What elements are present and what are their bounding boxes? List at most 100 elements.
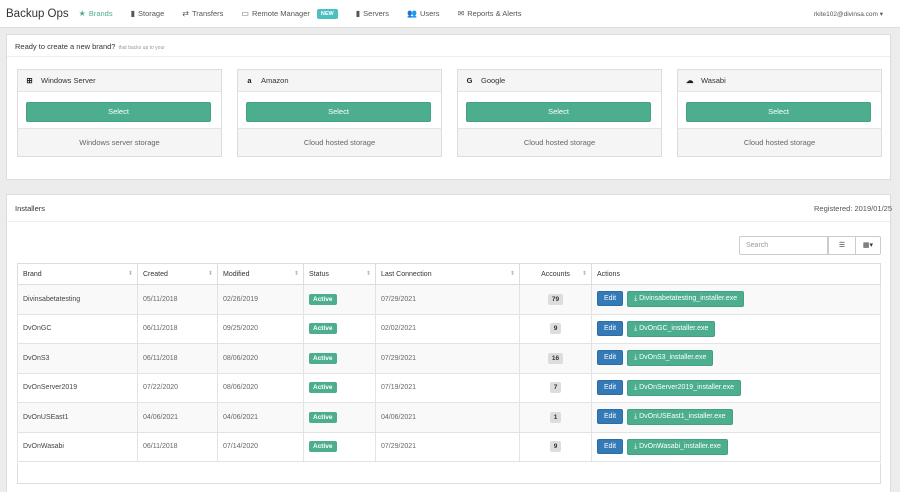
accounts-count: 9 bbox=[549, 441, 562, 453]
table-row: DvOnS3 06/11/2018 08/06/2020 Active 07/2… bbox=[17, 343, 881, 374]
nav-storage-label: Storage bbox=[138, 9, 165, 18]
nav-users[interactable]: 👥 Users bbox=[407, 9, 440, 18]
search-input[interactable]: Search bbox=[739, 236, 828, 255]
download-installer-button[interactable]: ⤓ Divinsabetatesting_installer.exe bbox=[627, 291, 745, 308]
list-view-button[interactable]: ☰ bbox=[828, 236, 856, 255]
col-accounts[interactable]: Accounts ⬍ bbox=[519, 263, 592, 285]
cell-brand: DvOnGC bbox=[17, 313, 138, 344]
cell-accounts: 1 bbox=[519, 402, 592, 433]
windows-icon: ⊞ bbox=[26, 76, 33, 85]
accounts-count: 79 bbox=[547, 293, 564, 305]
status-badge: Active bbox=[309, 352, 337, 364]
nav-reports[interactable]: ✉ Reports & Alerts bbox=[458, 9, 522, 18]
cell-created: 06/11/2018 bbox=[137, 431, 218, 462]
download-installer-button[interactable]: ⤓ DvOnWasabi_installer.exe bbox=[627, 438, 728, 455]
cell-created: 05/11/2018 bbox=[137, 284, 218, 315]
cell-status: Active bbox=[303, 372, 376, 403]
nav-servers-label: Servers bbox=[363, 9, 389, 18]
status-badge: Active bbox=[309, 323, 337, 335]
google-icon: G bbox=[466, 76, 473, 85]
cell-status: Active bbox=[303, 343, 376, 374]
brand-card-google: G Google Select Cloud hosted storage bbox=[457, 69, 662, 157]
nav-reports-label: Reports & Alerts bbox=[467, 9, 522, 18]
download-installer-button[interactable]: ⤓ DvOnS3_installer.exe bbox=[627, 350, 714, 367]
download-installer-button[interactable]: ⤓ DvOnUSEast1_installer.exe bbox=[627, 409, 733, 426]
cell-accounts: 79 bbox=[519, 284, 592, 315]
card-title: Google bbox=[481, 76, 506, 85]
download-installer-button[interactable]: ⤓ DvOnServer2019_installer.exe bbox=[627, 379, 742, 396]
select-wasabi-button[interactable]: Select bbox=[686, 102, 871, 122]
accounts-count: 1 bbox=[549, 411, 562, 423]
cell-brand: DvOnS3 bbox=[17, 343, 138, 374]
nav-servers[interactable]: ▮ Servers bbox=[356, 9, 389, 18]
col-brand[interactable]: Brand ⬍ bbox=[17, 263, 138, 285]
card-footer: Cloud hosted storage bbox=[238, 128, 441, 156]
edit-button[interactable]: Edit bbox=[597, 350, 624, 366]
cell-created: 06/11/2018 bbox=[137, 313, 218, 344]
transfer-icon: ⇄ bbox=[182, 8, 189, 18]
col-modified[interactable]: Modified ⬍ bbox=[217, 263, 304, 285]
col-actions: Actions bbox=[591, 263, 881, 285]
table-row: DvOnUSEast1 04/06/2021 04/06/2021 Active… bbox=[17, 402, 881, 433]
accounts-count: 9 bbox=[549, 323, 562, 335]
edit-button[interactable]: Edit bbox=[597, 438, 624, 454]
col-last-connection[interactable]: Last Connection ⬍ bbox=[375, 263, 520, 285]
cell-modified: 02/26/2019 bbox=[217, 284, 304, 315]
grid-icon: ▦▾ bbox=[862, 242, 874, 249]
edit-button[interactable]: Edit bbox=[597, 409, 624, 425]
cell-last-connection: 07/29/2021 bbox=[375, 431, 520, 462]
nav-users-label: Users bbox=[419, 9, 440, 18]
nav-remote-manager-label: Remote Manager bbox=[251, 9, 310, 18]
app-title[interactable]: Backup Ops bbox=[6, 8, 69, 20]
select-amazon-button[interactable]: Select bbox=[246, 102, 431, 122]
brand-card-windows-server: ⊞ Windows Server Select Windows server s… bbox=[17, 69, 222, 157]
col-created[interactable]: Created ⬍ bbox=[137, 263, 218, 285]
cell-last-connection: 04/06/2021 bbox=[375, 402, 520, 433]
status-badge: Active bbox=[309, 293, 337, 305]
cell-brand: Divinsabetatesting bbox=[17, 284, 138, 315]
card-header: G Google bbox=[458, 70, 661, 92]
installers-heading: Installers bbox=[7, 195, 890, 222]
monitor-icon: ▭ bbox=[241, 8, 249, 18]
edit-button[interactable]: Edit bbox=[597, 379, 624, 395]
cell-accounts: 7 bbox=[519, 372, 592, 403]
table-row: DvOnGC 06/11/2018 09/25/2020 Active 02/0… bbox=[17, 313, 881, 344]
new-brand-title: Ready to create a new brand? bbox=[15, 42, 116, 51]
user-menu-dropdown[interactable]: rkite102@divinsa.com ▾ bbox=[814, 10, 883, 18]
columns-dropdown-button[interactable]: ▦▾ bbox=[855, 236, 881, 255]
cell-modified: 08/06/2020 bbox=[217, 343, 304, 374]
card-header: ☁ Wasabi bbox=[678, 70, 881, 92]
cell-actions: Edit ⤓ DvOnWasabi_installer.exe bbox=[591, 431, 881, 462]
table-row: DvOnServer2019 07/22/2020 08/06/2020 Act… bbox=[17, 372, 881, 403]
sort-icon: ⬍ bbox=[127, 271, 133, 277]
download-installer-button[interactable]: ⤓ DvOnGC_installer.exe bbox=[627, 320, 716, 337]
cell-status: Active bbox=[303, 402, 376, 433]
select-google-button[interactable]: Select bbox=[466, 102, 651, 122]
nav-storage[interactable]: ▮ Storage bbox=[131, 9, 165, 18]
status-badge: Active bbox=[309, 411, 337, 423]
card-title: Windows Server bbox=[41, 76, 96, 85]
table-row: DvOnWasabi 06/11/2018 07/14/2020 Active … bbox=[17, 431, 881, 462]
cell-status: Active bbox=[303, 284, 376, 315]
sort-icon: ⬍ bbox=[509, 271, 515, 277]
edit-button[interactable]: Edit bbox=[597, 291, 624, 307]
cell-actions: Edit ⤓ Divinsabetatesting_installer.exe bbox=[591, 284, 881, 315]
nav-brands-label: Brands bbox=[88, 9, 113, 18]
col-status[interactable]: Status ⬍ bbox=[303, 263, 376, 285]
cell-modified: 07/14/2020 bbox=[217, 431, 304, 462]
envelope-icon: ✉ bbox=[457, 8, 465, 18]
signal-icon: ▮ bbox=[355, 8, 361, 18]
status-badge: Active bbox=[309, 382, 337, 394]
edit-button[interactable]: Edit bbox=[597, 320, 624, 336]
new-brand-heading: Ready to create a new brand? that backs u… bbox=[7, 35, 890, 57]
cell-modified: 09/25/2020 bbox=[217, 313, 304, 344]
nav-transfers[interactable]: ⇄ Transfers bbox=[182, 9, 223, 18]
select-windows-server-button[interactable]: Select bbox=[26, 102, 211, 122]
nav-remote-manager[interactable]: ▭ Remote Manager NEW bbox=[241, 8, 338, 19]
card-footer: Cloud hosted storage bbox=[678, 128, 881, 156]
cell-brand: DvOnServer2019 bbox=[17, 372, 138, 403]
cell-actions: Edit ⤓ DvOnS3_installer.exe bbox=[591, 343, 881, 374]
bar-chart-icon: ▮ bbox=[130, 8, 135, 18]
table-row: Divinsabetatesting 05/11/2018 02/26/2019… bbox=[17, 284, 881, 315]
nav-brands[interactable]: ★ Brands bbox=[79, 9, 113, 18]
